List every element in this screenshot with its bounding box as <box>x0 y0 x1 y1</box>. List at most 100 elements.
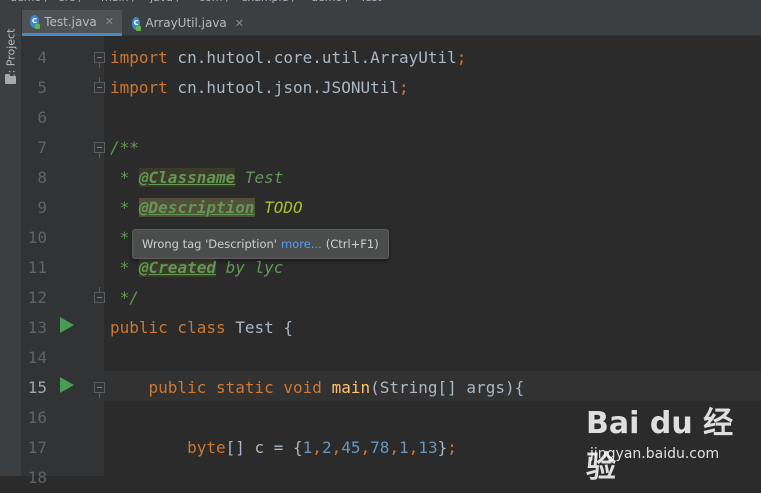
code-line[interactable]: 8 * @Classname Test <box>0 163 761 193</box>
code-text: */ <box>110 283 139 313</box>
breadcrumb-item[interactable]: java / <box>150 0 180 4</box>
code-line[interactable]: 14 <box>0 343 761 373</box>
code-token: public class <box>110 318 226 337</box>
code-token: 1 <box>399 438 409 457</box>
code-token: @Created <box>138 258 216 277</box>
code-text: /** <box>110 133 139 163</box>
line-number: 18 <box>27 468 47 487</box>
class-icon: c <box>132 16 142 31</box>
line-number: 4 <box>37 48 47 67</box>
code-token: * <box>110 168 139 187</box>
code-text: public class Test { <box>110 313 293 343</box>
code-line[interactable]: 7 /** <box>0 133 761 163</box>
code-token: 1 <box>302 438 313 457</box>
code-token: * <box>110 258 139 277</box>
tooltip-more-link[interactable]: more... <box>281 237 322 251</box>
fold-collapse-icon[interactable] <box>94 52 105 68</box>
fold-end-icon[interactable] <box>94 77 105 93</box>
code-token: Test { <box>225 318 294 337</box>
code-token: , <box>360 438 371 457</box>
code-text: import cn.hutool.core.util.ArrayUtil; <box>110 43 466 73</box>
code-token: main <box>331 378 371 397</box>
close-icon[interactable]: ✕ <box>235 17 244 30</box>
tab-arrayutil-java[interactable]: c ArrayUtil.java ✕ <box>124 10 252 36</box>
code-text: public static void main(String[] args){ <box>110 373 525 403</box>
code-text: * @Description TODO <box>110 193 303 223</box>
line-number: 6 <box>37 108 47 127</box>
line-number: 17 <box>27 438 47 457</box>
code-line[interactable]: 13 public class Test { <box>0 313 761 343</box>
run-gutter-icon[interactable] <box>60 317 74 333</box>
code-token: ; <box>447 438 457 457</box>
code-token: 78 <box>370 438 390 457</box>
line-number: 11 <box>27 258 47 277</box>
code-text: import cn.hutool.json.JSONUtil; <box>110 73 409 103</box>
line-number: 15 <box>27 378 47 397</box>
line-number: 13 <box>27 318 47 337</box>
close-icon[interactable]: ✕ <box>105 15 114 28</box>
code-token: import <box>110 48 168 67</box>
code-token: /** <box>110 138 139 157</box>
editor-tab-bar: c Test.java ✕ c ArrayUtil.java ✕ <box>22 6 761 36</box>
code-token: * <box>110 228 130 247</box>
class-icon: c <box>30 15 41 29</box>
code-line[interactable]: 6 <box>0 103 761 133</box>
inspection-tooltip: Wrong tag 'Description' more... (Ctrl+F1… <box>132 229 389 259</box>
breadcrumb-item[interactable]: demo / <box>10 0 48 4</box>
run-gutter-icon[interactable] <box>60 377 74 393</box>
watermark-url: jingyan.baidu.com <box>590 446 720 462</box>
breadcrumb-item[interactable]: demo / <box>311 0 349 4</box>
code-token: , <box>389 438 400 457</box>
line-number: 10 <box>27 228 47 247</box>
code-token: , <box>408 438 419 457</box>
breadcrumb-item[interactable]: example / <box>241 0 296 4</box>
code-token: [] c = { <box>225 438 303 457</box>
code-line[interactable]: 9 * @Description TODO <box>0 193 761 223</box>
code-token: ; <box>398 78 409 97</box>
code-line[interactable]: 4 import cn.hutool.core.util.ArrayUtil; <box>0 43 761 73</box>
fold-end-icon[interactable] <box>94 287 105 303</box>
code-text: * <box>110 223 130 253</box>
code-token: cn.hutool.core.util.ArrayUtil <box>167 48 457 67</box>
code-token: 2 <box>321 438 332 457</box>
tab-label: ArrayUtil.java <box>145 16 227 30</box>
tab-test-java[interactable]: c Test.java ✕ <box>22 10 122 36</box>
line-number: 7 <box>37 138 47 157</box>
code-token: 45 <box>341 438 361 457</box>
line-number: 12 <box>27 288 47 307</box>
tab-label: Test.java <box>44 14 97 29</box>
breadcrumb-item[interactable]: src / <box>59 0 82 4</box>
code-token: } <box>437 438 448 457</box>
code-token: TODO <box>264 198 303 217</box>
code-token: (String[] args){ <box>370 378 525 397</box>
code-token: */ <box>110 288 139 307</box>
code-line[interactable]: 5 import cn.hutool.json.JSONUtil; <box>0 73 761 103</box>
code-token: Test <box>235 168 284 187</box>
line-number: 16 <box>27 408 47 427</box>
code-token: * <box>110 198 139 217</box>
baidu-jingyan-watermark: Bai du 经验 jingyan.baidu.com <box>586 394 756 485</box>
line-number: 14 <box>27 348 47 367</box>
fold-collapse-icon[interactable] <box>94 142 105 158</box>
code-token: cn.hutool.json.JSONUtil <box>167 78 399 97</box>
code-token: @Description <box>138 198 255 217</box>
line-number: 8 <box>37 168 47 187</box>
line-number: 5 <box>37 78 47 97</box>
breadcrumb-item[interactable]: com / <box>199 0 230 4</box>
code-token: 13 <box>418 438 438 457</box>
tooltip-message: Wrong tag 'Description' <box>142 237 277 251</box>
code-token: @Classname <box>138 168 236 187</box>
code-token: , <box>312 438 322 457</box>
code-token: ; <box>456 48 467 67</box>
code-token: import <box>110 78 168 97</box>
code-text: * @Classname Test <box>110 163 283 193</box>
code-token: byte <box>110 438 226 457</box>
breadcrumb-item[interactable]: main / <box>101 0 136 4</box>
code-line[interactable]: 12 */ <box>0 283 761 313</box>
fold-collapse-icon[interactable] <box>94 382 105 398</box>
code-token: public static void <box>110 378 322 397</box>
breadcrumb-item[interactable]: Test <box>360 0 382 4</box>
code-token: by lyc <box>215 258 284 277</box>
